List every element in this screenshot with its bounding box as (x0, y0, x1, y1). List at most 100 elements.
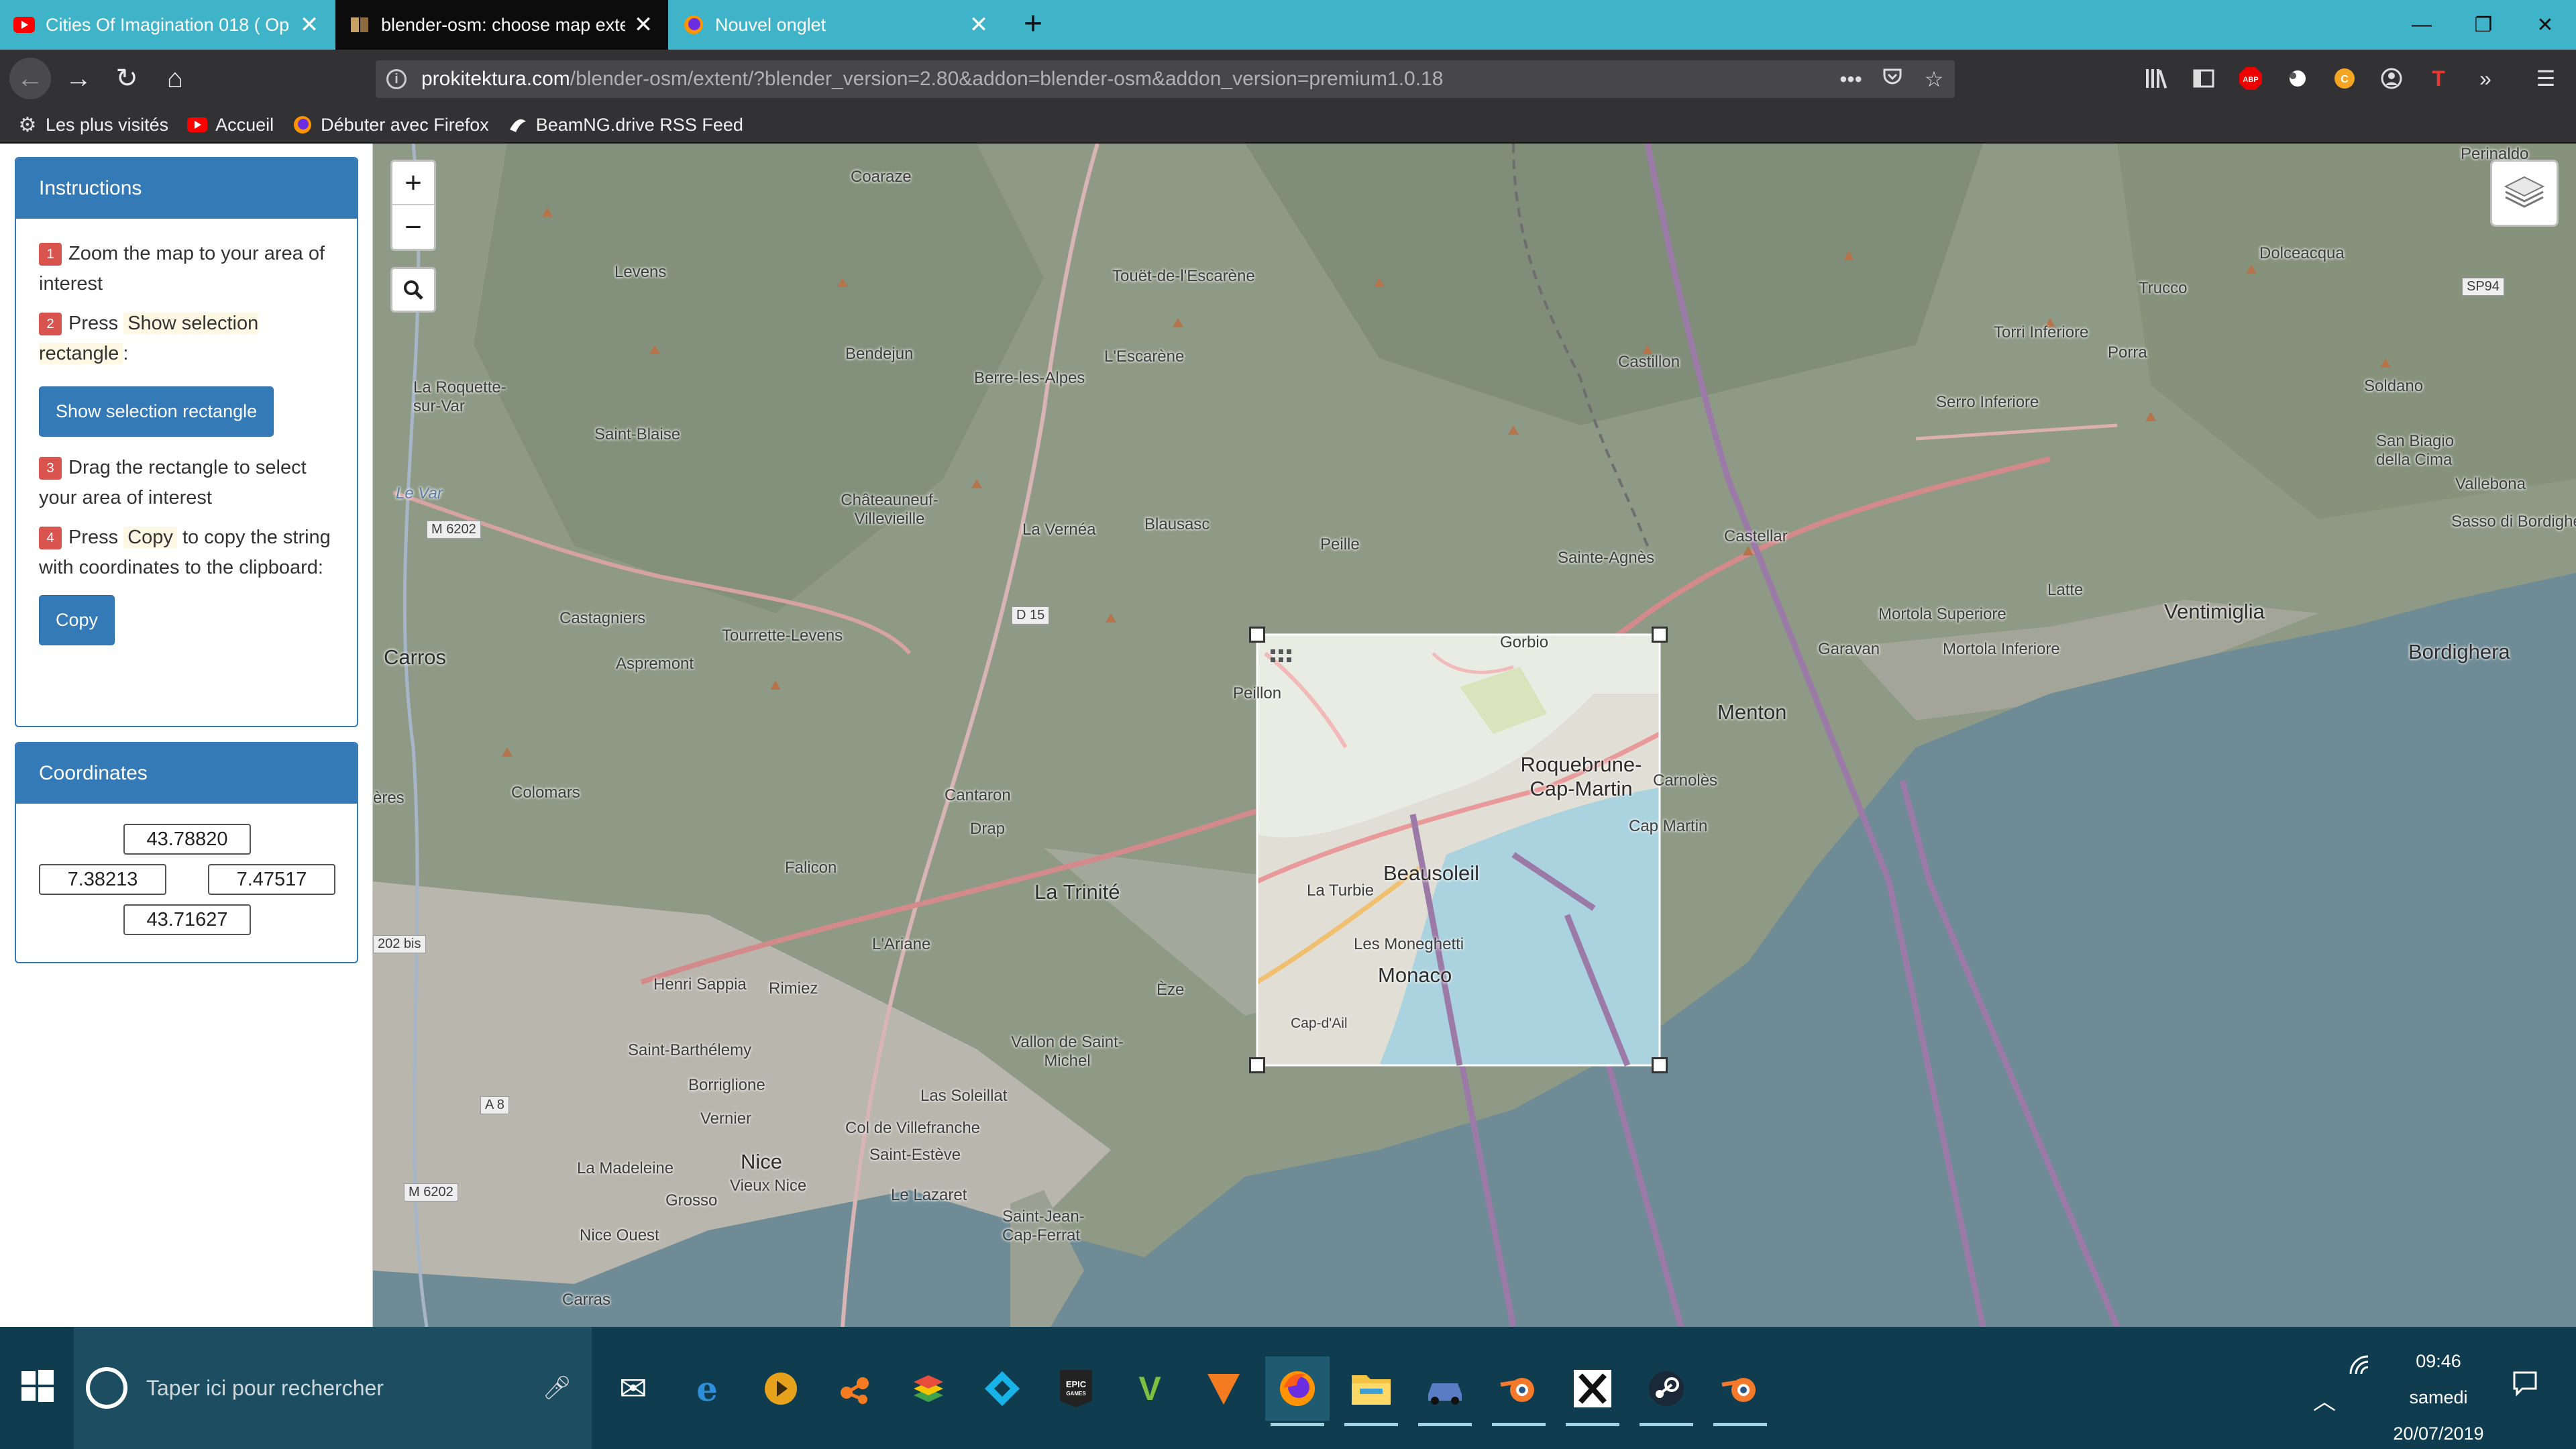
url-bar[interactable]: i prokitektura.com/blender-osm/extent/?b… (376, 60, 1955, 98)
cortana-icon[interactable] (86, 1367, 127, 1409)
west-coordinate-field[interactable]: 7.38213 (39, 864, 166, 895)
zoom-out-button[interactable]: − (392, 205, 434, 249)
overflow-chevron-icon[interactable]: » (2462, 59, 2509, 98)
microphone-icon[interactable]: 🎤︎ (543, 1375, 572, 1401)
map-label: Saint-Jean-Cap-Ferrat (1002, 1208, 1085, 1244)
map-label: Vallebona (2455, 475, 2526, 493)
map-label: Les Moneghetti (1354, 935, 1464, 953)
layers-button[interactable] (2490, 160, 2559, 227)
molecule-app-icon[interactable] (822, 1356, 887, 1421)
east-coordinate-field[interactable]: 7.47517 (208, 864, 335, 895)
edge-app-icon[interactable]: e (675, 1356, 739, 1421)
map-label: Bordighera (2408, 640, 2510, 663)
site-info-icon[interactable]: i (386, 69, 407, 89)
youtube-icon (187, 115, 208, 135)
close-tab-icon[interactable]: ✕ (298, 11, 321, 38)
chevron-up-icon[interactable]: ︿ (2313, 1383, 2336, 1416)
bookmark-star-icon[interactable]: ☆ (1913, 66, 1955, 92)
epic-games-app-icon[interactable]: EPIC GAMES (1044, 1356, 1108, 1421)
steam-app-icon[interactable] (1634, 1356, 1699, 1426)
zoom-in-button[interactable]: + (392, 162, 434, 206)
clock[interactable]: 09:46 samedi 20/07/2019 (2388, 1343, 2489, 1449)
extension-icon[interactable] (2274, 59, 2321, 98)
t-extension-icon[interactable]: T (2415, 59, 2462, 98)
tab-title: Nouvel onglet (715, 14, 826, 35)
selection-handle-nw[interactable] (1249, 627, 1265, 643)
sidebar-icon[interactable] (2180, 59, 2227, 98)
step-number: 2 (39, 313, 62, 335)
bookmark-beamng-rss[interactable]: BeamNG.drive RSS Feed (508, 115, 743, 136)
svg-text:GAMES: GAMES (1066, 1391, 1086, 1397)
road-number: D 15 (1012, 606, 1050, 625)
minimize-button[interactable]: — (2391, 0, 2453, 50)
pocket-icon[interactable] (1872, 66, 1913, 92)
account-icon[interactable] (2368, 59, 2415, 98)
car-app-icon[interactable] (1413, 1356, 1477, 1426)
instruction-step-3: 3 Drag the rectangle to select your area … (39, 457, 307, 508)
show-selection-rectangle-button[interactable]: Show selection rectangle (39, 386, 274, 437)
bookmark-accueil[interactable]: Accueil (187, 115, 274, 136)
search-placeholder[interactable]: Taper ici pour rechercher (146, 1376, 543, 1401)
selection-handle-sw[interactable] (1249, 1057, 1265, 1073)
bookmark-debuter-firefox[interactable]: Débuter avec Firefox (292, 115, 489, 136)
windows-icon (21, 1370, 54, 1402)
restore-button[interactable]: ❐ (2453, 0, 2514, 50)
gta-app-icon[interactable]: V (1118, 1356, 1182, 1421)
bluestacks-app-icon[interactable] (896, 1356, 961, 1421)
cookie-extension-icon[interactable]: C (2321, 59, 2368, 98)
x-app-icon[interactable] (1560, 1356, 1625, 1426)
map-view[interactable]: + − Coaraze Levens Touët-de-l'Escarène B… (373, 144, 2576, 1327)
tab-blender-osm[interactable]: blender-osm: choose map exte ✕ (335, 0, 668, 50)
firefox-app-icon[interactable] (1265, 1356, 1330, 1426)
blender-app-icon-2[interactable] (1708, 1356, 1772, 1426)
url-text[interactable]: prokitektura.com/blender-osm/extent/?ble… (421, 68, 1830, 91)
file-explorer-app-icon[interactable] (1339, 1356, 1403, 1426)
media-app-icon[interactable] (749, 1356, 813, 1421)
selection-handle-se[interactable] (1652, 1057, 1668, 1073)
tab-nouvel-onglet[interactable]: Nouvel onglet ✕ (669, 0, 1004, 50)
map-search-button[interactable] (390, 267, 436, 313)
selection-handle-ne[interactable] (1652, 627, 1668, 643)
menu-icon[interactable]: ☰ (2522, 59, 2569, 98)
page-actions-icon[interactable]: ••• (1830, 67, 1872, 92)
taskbar-search[interactable]: Taper ici pour rechercher 🎤︎ (74, 1327, 592, 1449)
instruction-step-2: 2 Press Show selection rectangle: (39, 313, 259, 364)
map-label: La Madeleine (577, 1159, 674, 1177)
start-button[interactable] (20, 1368, 55, 1403)
blender-app-icon[interactable] (1487, 1356, 1551, 1426)
map-label: Las Soleillat (920, 1087, 1008, 1105)
notifications-icon[interactable] (2512, 1370, 2538, 1401)
south-coordinate-field[interactable]: 43.71627 (123, 904, 251, 935)
copy-button[interactable]: Copy (39, 595, 115, 645)
wifi-icon[interactable] (2348, 1354, 2375, 1381)
kodi-app-icon[interactable] (970, 1356, 1034, 1421)
north-coordinate-field[interactable]: 43.78820 (123, 824, 251, 855)
library-icon[interactable] (2133, 59, 2180, 98)
drag-handle-icon[interactable] (1268, 647, 1295, 674)
map-label: Mortola Superiore (1878, 605, 2006, 623)
tab-cities-of-imagination[interactable]: Cities Of Imagination 018 ( Op ✕ (0, 0, 334, 50)
map-label: Perinaldo (2461, 145, 2529, 163)
road-number: 202 bis (373, 935, 426, 953)
new-tab-button[interactable]: + (1013, 4, 1053, 44)
map-label: L'Ariane (872, 935, 931, 953)
navigation-bar: ← → ↻ ⌂ i prokitektura.com/blender-osm/e… (0, 50, 2576, 107)
bookmark-most-visited[interactable]: ⚙ Les plus visités (17, 114, 169, 136)
close-window-button[interactable]: ✕ (2514, 0, 2576, 50)
home-button[interactable]: ⌂ (154, 58, 196, 99)
mail-app-icon[interactable]: ✉ (601, 1356, 665, 1421)
map-label: Torri Inferiore (1994, 323, 2089, 341)
close-tab-icon[interactable]: ✕ (632, 11, 655, 38)
adblock-icon[interactable]: ABP (2227, 59, 2274, 98)
tab-strip: Cities Of Imagination 018 ( Op ✕ blender… (0, 0, 2576, 50)
vlc-app-icon[interactable] (1191, 1356, 1256, 1421)
close-tab-icon[interactable]: ✕ (967, 11, 990, 38)
reload-button[interactable]: ↻ (106, 58, 148, 99)
map-label: Châteauneuf-Villevieille (841, 491, 938, 528)
page-content: Instructions 1 Zoom the map to your area … (0, 144, 2576, 1327)
forward-button[interactable]: → (58, 58, 99, 99)
map-tiles (373, 144, 2576, 1327)
back-button[interactable]: ← (9, 58, 51, 99)
coordinates-panel: Coordinates 43.78820 7.38213 7.47517 43.… (15, 742, 358, 963)
map-label: Ventimiglia (2164, 600, 2265, 623)
